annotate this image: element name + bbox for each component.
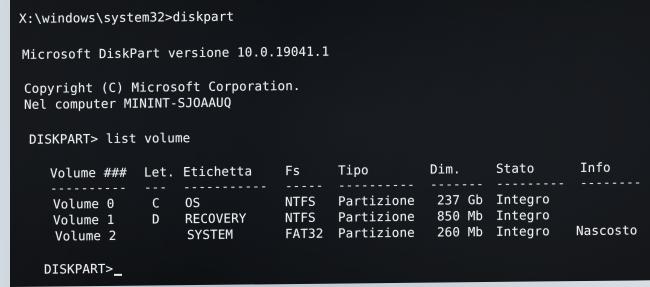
command-prompt-window[interactable]: X:\windows\system32>diskpart Microsoft D… [10,0,650,287]
separator-volume: ---------- [50,179,127,196]
table-row-volume: Volume 2 [55,227,117,244]
diskpart-prompt-text: DISKPART> [44,260,114,277]
header-volume: Volume ### [50,164,127,181]
table-row-label: RECOVERY [185,210,247,227]
table-row-status: Integro [496,223,550,239]
table-row-label: SYSTEM [187,226,234,243]
table-row-info: Nascosto [576,222,638,239]
header-status: Stato [496,160,535,176]
table-row-volume: Volume 1 [53,211,115,228]
separator-info: -------- [580,174,642,191]
table-row-fs: NTFS [285,193,316,210]
table-row-status: Integro [496,207,550,223]
table-row-size: 850 Mb [437,208,484,224]
diskpart-version-text: Microsoft DiskPart versione 10.0.19041.1 [22,43,330,62]
separator-label: ----------- [183,178,268,195]
header-letter: Let. [144,164,175,180]
table-row-size: 237 Gb [437,192,484,208]
header-type: Tipo [338,162,369,178]
separator-size: ------- [430,176,484,192]
table-row-letter: D [152,211,160,227]
header-fs: Fs [285,162,301,179]
header-label: Etichetta [183,163,253,180]
table-row-status: Integro [496,191,550,207]
table-row-fs: FAT32 [285,225,324,242]
header-info: Info [580,159,611,176]
table-row-letter: C [152,195,160,211]
separator-status: --------- [496,175,566,191]
command-line-diskpart: X:\windows\system32>diskpart [19,8,235,26]
table-row-type: Partizione [338,208,415,225]
computer-name-text: Nel computer MININT-SJOAAUQ [24,94,232,112]
list-volume-command: DISKPART> list volume [29,130,191,147]
table-row-type: Partizione [338,192,415,209]
separator-type: ---------- [338,176,415,193]
diskpart-prompt[interactable]: DISKPART> [44,260,123,277]
text-cursor [114,273,123,276]
table-row-size: 260 Mb [437,224,484,240]
table-row-volume: Volume 0 [53,195,115,212]
separator-letter: --- [144,179,168,195]
separator-fs: ----- [285,177,324,194]
copyright-text: Copyright (C) Microsoft Corporation. [24,77,301,96]
table-row-type: Partizione [338,224,415,241]
table-row-label: OS [185,195,201,211]
header-size: Dim. [430,161,461,177]
table-row-fs: NTFS [285,209,316,226]
